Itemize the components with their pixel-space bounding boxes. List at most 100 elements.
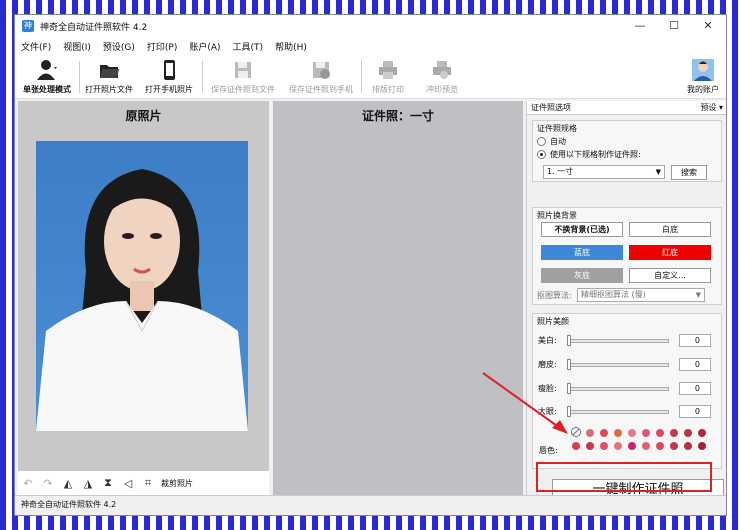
options-panel: 证件照选项 预设 ▾ 证件照规格 自动 使用以下规格制作证件照: 1. 一寸 ▼ … bbox=[526, 101, 726, 501]
smoothing-value[interactable]: 0 bbox=[679, 358, 711, 371]
spec-group: 证件照规格 自动 使用以下规格制作证件照: 1. 一寸 ▼ 搜索 bbox=[532, 120, 722, 182]
radio-indicator bbox=[537, 137, 546, 146]
lip-color-swatch[interactable] bbox=[628, 429, 636, 437]
crop-photo-button[interactable]: 裁剪照片 bbox=[161, 478, 193, 489]
white-background-button[interactable]: 白底 bbox=[629, 222, 711, 237]
lip-color-swatch[interactable] bbox=[614, 429, 622, 437]
lip-color-swatch[interactable] bbox=[684, 429, 692, 437]
id-photo-title: 证件照：一寸 bbox=[361, 109, 434, 123]
keep-background-button[interactable]: 不换背景(已选) bbox=[541, 222, 623, 237]
custom-spec-label: 使用以下规格制作证件照: bbox=[550, 150, 641, 159]
whitening-slider[interactable]: 美白: 0 bbox=[536, 334, 720, 348]
whitening-label: 美白: bbox=[538, 336, 557, 345]
open-phone-label: 打开手机照片 bbox=[145, 85, 193, 94]
save-phone-label: 保存证件照到手机 bbox=[289, 85, 353, 94]
options-title: 证件照选项 bbox=[531, 103, 571, 112]
spec-title: 证件照规格 bbox=[537, 124, 577, 133]
save-phone-button[interactable]: 保存证件照到手机 bbox=[283, 57, 359, 97]
photo-tools-bar: ↶ ↷ ◭ ◮ ⧗ ◁ ⌗ 裁剪照片 bbox=[18, 471, 269, 495]
portrait-image bbox=[36, 169, 248, 431]
menu-account[interactable]: 账户(A) bbox=[183, 40, 226, 53]
single-mode-button[interactable]: 单张处理模式 bbox=[17, 57, 77, 97]
crop-icon[interactable]: ⌗ bbox=[138, 476, 158, 490]
save-file-button[interactable]: 保存证件照到文件 bbox=[205, 57, 281, 97]
lip-color-swatch[interactable] bbox=[670, 429, 678, 437]
slider-track[interactable] bbox=[569, 363, 669, 367]
lip-color-swatch[interactable] bbox=[670, 442, 678, 450]
auto-radio[interactable]: 自动 bbox=[537, 136, 717, 147]
layout-print-label: 排版打印 bbox=[372, 85, 404, 94]
lip-color-swatch[interactable] bbox=[656, 442, 664, 450]
no-color-swatch[interactable] bbox=[571, 427, 581, 437]
original-photo-title: 原照片 bbox=[125, 109, 162, 123]
rotate-right-icon[interactable]: ◮ bbox=[78, 477, 98, 490]
menu-tools[interactable]: 工具(T) bbox=[227, 40, 270, 53]
lip-color-swatch[interactable] bbox=[642, 429, 650, 437]
flip-horizontal-icon[interactable]: ⧗ bbox=[98, 476, 118, 490]
algorithm-select[interactable]: 精细抠图算法 (慢) ▼ bbox=[577, 288, 705, 302]
preset-label: 预设 bbox=[700, 103, 717, 112]
menu-help[interactable]: 帮助(H) bbox=[269, 40, 313, 53]
gray-background-button[interactable]: 灰底 bbox=[541, 268, 623, 283]
my-account-button[interactable]: 我的账户 bbox=[683, 57, 723, 97]
custom-background-button[interactable]: 自定义... bbox=[629, 268, 711, 283]
lip-color-swatch[interactable] bbox=[600, 442, 608, 450]
preset-dropdown[interactable]: 预设 ▾ bbox=[700, 102, 723, 113]
lip-color-swatch[interactable] bbox=[600, 429, 608, 437]
slider-track[interactable] bbox=[569, 387, 669, 391]
lip-color-swatch[interactable] bbox=[614, 442, 622, 450]
undo-icon[interactable]: ↶ bbox=[18, 477, 38, 490]
toolbar-separator bbox=[202, 61, 203, 93]
redo-icon[interactable]: ↷ bbox=[38, 477, 58, 490]
menu-print[interactable]: 打印(P) bbox=[141, 40, 183, 53]
maximize-button[interactable]: ☐ bbox=[657, 15, 691, 37]
lip-color-swatch[interactable] bbox=[642, 442, 650, 450]
options-header: 证件照选项 预设 ▾ bbox=[527, 101, 726, 115]
lip-color-swatch[interactable] bbox=[586, 429, 594, 437]
toolbar-separator bbox=[361, 61, 362, 93]
size-select[interactable]: 1. 一寸 ▼ bbox=[543, 165, 665, 179]
single-mode-label: 单张处理模式 bbox=[23, 85, 71, 94]
radio-indicator bbox=[537, 150, 546, 159]
lip-color-swatch[interactable] bbox=[572, 442, 580, 450]
menu-preset[interactable]: 预设(G) bbox=[97, 40, 141, 53]
open-phone-button[interactable]: 打开手机照片 bbox=[139, 57, 199, 97]
lip-color-swatch[interactable] bbox=[656, 429, 664, 437]
minimize-button[interactable]: — bbox=[623, 15, 657, 37]
blue-background-button[interactable]: 蓝底 bbox=[541, 245, 623, 260]
close-button[interactable]: ✕ bbox=[691, 15, 725, 37]
menu-file[interactable]: 文件(F) bbox=[15, 40, 57, 53]
search-button[interactable]: 搜索 bbox=[671, 165, 707, 180]
algorithm-label: 抠图算法: bbox=[537, 291, 572, 300]
big-eye-value[interactable]: 0 bbox=[679, 405, 711, 418]
save-icon bbox=[235, 62, 251, 78]
layout-print-button[interactable]: 排版打印 bbox=[365, 57, 411, 97]
rotate-left-icon[interactable]: ◭ bbox=[58, 477, 78, 490]
phone-icon bbox=[164, 60, 175, 80]
face-slim-value[interactable]: 0 bbox=[679, 382, 711, 395]
menu-view[interactable]: 视图(I) bbox=[57, 40, 97, 53]
original-photo[interactable] bbox=[36, 141, 248, 431]
chevron-down-icon: ▼ bbox=[655, 168, 661, 176]
red-background-button[interactable]: 红底 bbox=[629, 245, 711, 260]
window-title: 神奇全自动证件照软件 4.2 bbox=[40, 22, 148, 33]
lip-color-swatch[interactable] bbox=[586, 442, 594, 450]
slider-thumb[interactable] bbox=[567, 359, 571, 370]
lip-color-swatch[interactable] bbox=[684, 442, 692, 450]
flip-vertical-icon[interactable]: ◁ bbox=[118, 477, 138, 490]
print-preview-icon bbox=[433, 61, 451, 79]
background-group: 照片换背景 不换背景(已选) 白底 蓝底 红底 灰底 自定义... 抠图算法: … bbox=[532, 207, 722, 305]
status-bar: 神奇全自动证件照软件 4.2 bbox=[15, 495, 726, 515]
menu-bar: 文件(F) 视图(I) 预设(G) 打印(P) 账户(A) 工具(T) 帮助(H… bbox=[15, 37, 726, 55]
slider-track[interactable] bbox=[569, 410, 669, 414]
lip-color-swatch[interactable] bbox=[698, 429, 706, 437]
whitening-value[interactable]: 0 bbox=[679, 334, 711, 347]
open-file-button[interactable]: 打开照片文件 bbox=[81, 57, 137, 97]
print-preview-button[interactable]: 冲印预览 bbox=[419, 57, 465, 97]
lip-color-swatch[interactable] bbox=[698, 442, 706, 450]
slider-thumb[interactable] bbox=[567, 335, 571, 346]
custom-spec-radio[interactable]: 使用以下规格制作证件照: bbox=[537, 149, 717, 160]
chevron-down-icon: ▼ bbox=[695, 291, 701, 299]
lip-color-swatch[interactable] bbox=[628, 442, 636, 450]
slider-track[interactable] bbox=[569, 339, 669, 343]
